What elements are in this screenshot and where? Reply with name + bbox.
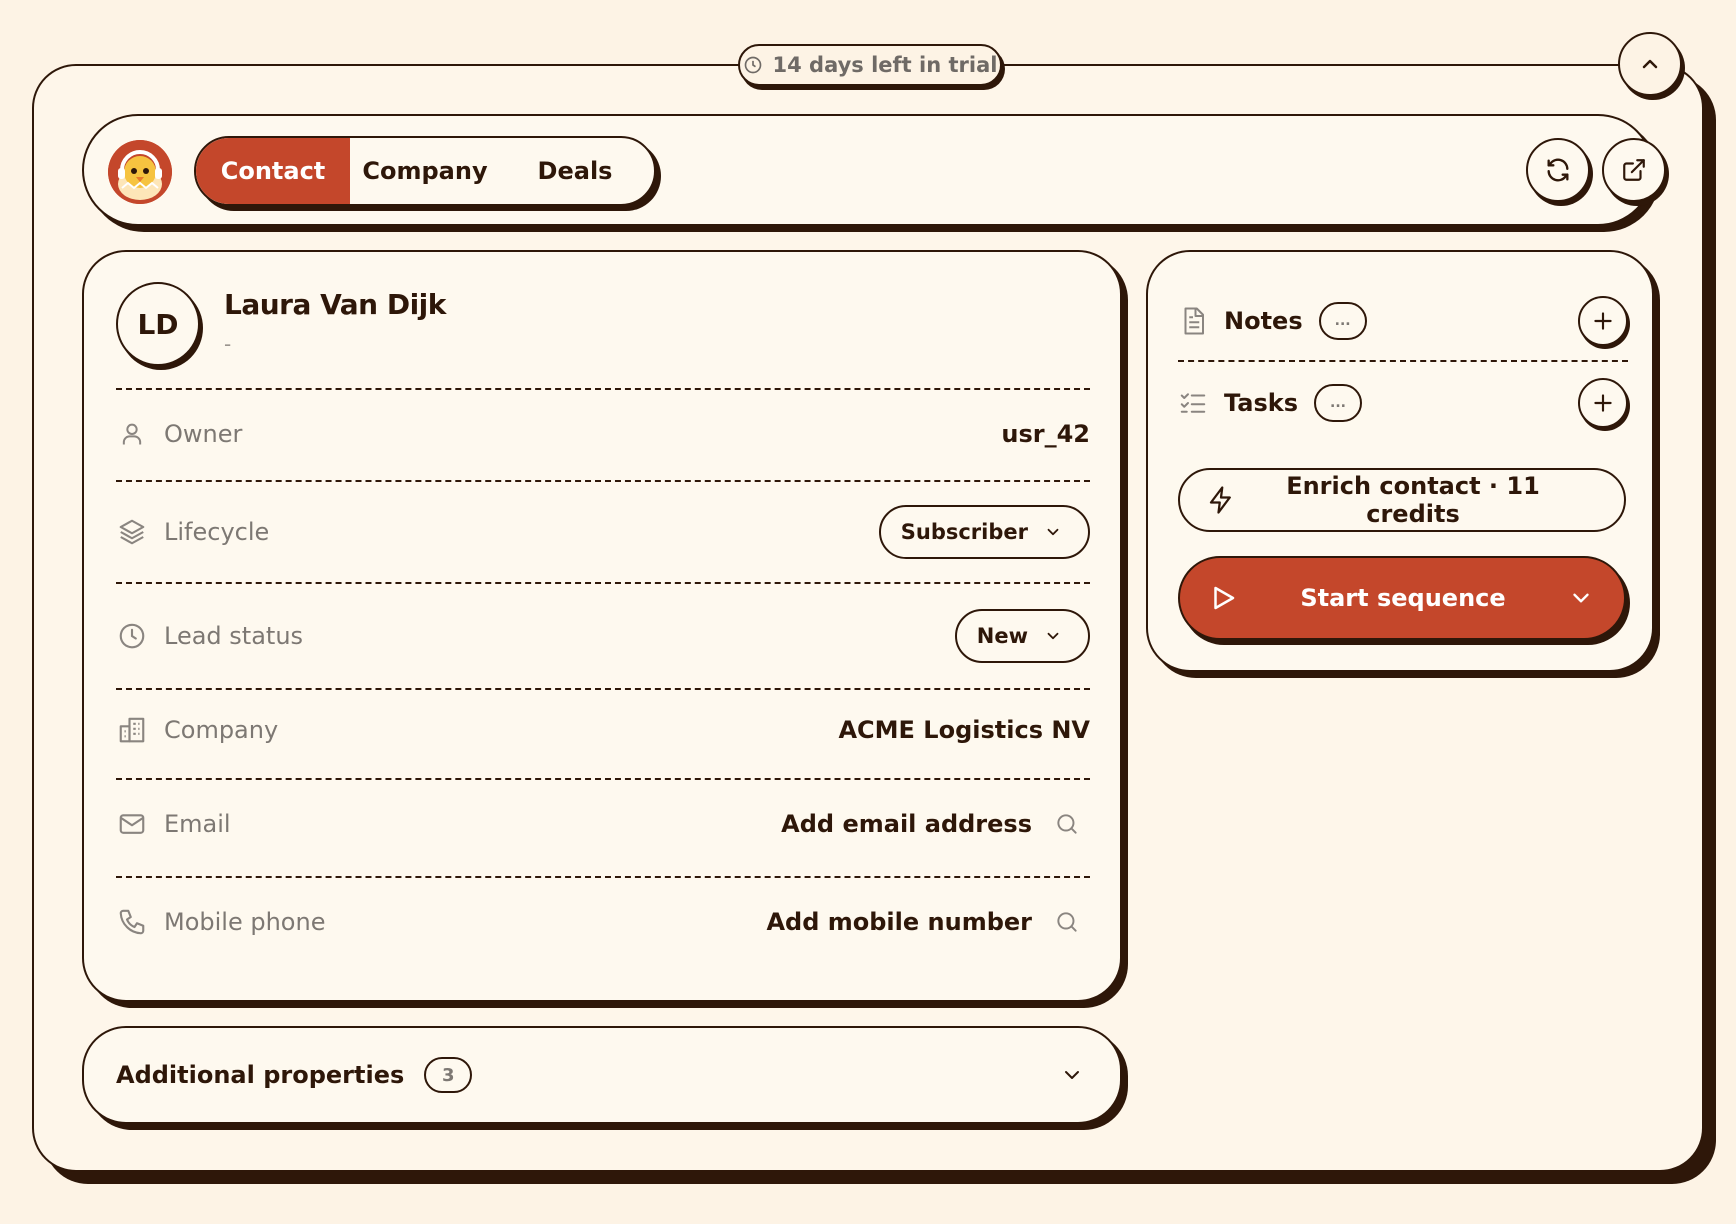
- lifecycle-label: Lifecycle: [164, 518, 270, 546]
- divider: [116, 480, 1090, 482]
- divider: [116, 778, 1090, 780]
- company-row: Company ACME Logistics NV: [116, 706, 1090, 754]
- divider: [116, 582, 1090, 584]
- actions-panel: Notes ... Tasks ... Enrich contact · 11 …: [1146, 250, 1654, 672]
- mobile-row: Mobile phone Add mobile number: [116, 898, 1090, 946]
- owner-row: Owner usr_42: [116, 410, 1090, 458]
- clock-icon: [116, 620, 148, 652]
- chevron-down-icon[interactable]: [1568, 585, 1594, 611]
- tasks-count-badge: ...: [1314, 384, 1363, 422]
- lifecycle-dropdown[interactable]: Subscriber: [878, 505, 1090, 559]
- clock-icon: [743, 55, 763, 75]
- record-tabs: Contact Company Deals: [194, 136, 656, 206]
- refresh-button[interactable]: [1526, 138, 1590, 202]
- notes-count-badge: ...: [1318, 302, 1367, 340]
- add-mobile-link[interactable]: Add mobile number: [766, 908, 1032, 936]
- open-external-button[interactable]: [1602, 138, 1666, 202]
- trial-text: 14 days left in trial: [772, 53, 998, 77]
- add-email-link[interactable]: Add email address: [781, 810, 1032, 838]
- lead-status-row: Lead status New: [116, 608, 1090, 664]
- company-value[interactable]: ACME Logistics NV: [838, 716, 1090, 744]
- tab-deals[interactable]: Deals: [500, 138, 650, 204]
- contact-name: Laura Van Dijk: [224, 288, 446, 321]
- contact-card: LD Laura Van Dijk - Owner usr_42 Lifecyc…: [82, 250, 1122, 1002]
- lifecycle-value: Subscriber: [900, 520, 1028, 544]
- app-logo: [108, 140, 172, 204]
- notes-row: Notes ...: [1178, 296, 1628, 346]
- divider: [116, 876, 1090, 878]
- plus-icon: [1590, 308, 1616, 334]
- start-sequence-button[interactable]: Start sequence: [1178, 556, 1626, 640]
- chevron-up-icon: [1638, 52, 1662, 76]
- lifecycle-row: Lifecycle Subscriber: [116, 504, 1090, 560]
- email-row: Email Add email address: [116, 800, 1090, 848]
- collapse-button[interactable]: [1618, 32, 1682, 96]
- notes-label[interactable]: Notes: [1224, 307, 1303, 335]
- email-label: Email: [164, 810, 231, 838]
- refresh-icon: [1544, 156, 1572, 184]
- count-badge: 3: [424, 1057, 473, 1093]
- tasks-label[interactable]: Tasks: [1224, 389, 1298, 417]
- tab-company[interactable]: Company: [350, 138, 500, 204]
- user-icon: [116, 418, 148, 450]
- avatar: LD: [116, 282, 200, 366]
- checklist-icon: [1178, 388, 1208, 418]
- chevron-down-icon: [1044, 523, 1062, 541]
- search-icon[interactable]: [1054, 811, 1080, 837]
- start-sequence-label: Start sequence: [1300, 584, 1506, 612]
- tab-contact[interactable]: Contact: [196, 138, 350, 204]
- chevron-down-icon: [1060, 1063, 1084, 1087]
- additional-properties-toggle[interactable]: Additional properties 3: [82, 1026, 1122, 1124]
- company-label: Company: [164, 716, 279, 744]
- lightning-icon: [1206, 485, 1236, 515]
- add-note-button[interactable]: [1578, 296, 1628, 346]
- layers-icon: [116, 516, 148, 548]
- divider: [1178, 360, 1628, 362]
- plus-icon: [1590, 390, 1616, 416]
- external-link-icon: [1621, 157, 1647, 183]
- owner-label: Owner: [164, 420, 243, 448]
- add-task-button[interactable]: [1578, 378, 1628, 428]
- mobile-label: Mobile phone: [164, 908, 326, 936]
- mail-icon: [116, 808, 148, 840]
- contact-subtitle: -: [224, 332, 232, 356]
- owner-value[interactable]: usr_42: [1001, 420, 1090, 448]
- divider: [116, 688, 1090, 690]
- phone-icon: [116, 906, 148, 938]
- header-bar: Contact Company Deals: [82, 114, 1666, 226]
- play-icon: [1208, 583, 1238, 613]
- document-icon: [1178, 306, 1208, 336]
- search-icon[interactable]: [1054, 909, 1080, 935]
- building-icon: [116, 714, 148, 746]
- lead-status-dropdown[interactable]: New: [954, 609, 1090, 663]
- trial-status-pill: 14 days left in trial: [738, 44, 1002, 86]
- tasks-row: Tasks ...: [1178, 378, 1628, 428]
- lead-status-value: New: [976, 624, 1028, 648]
- enrich-contact-button[interactable]: Enrich contact · 11 credits: [1178, 468, 1626, 532]
- lead-status-label: Lead status: [164, 622, 304, 650]
- divider: [116, 388, 1090, 390]
- additional-properties-title: Additional properties: [116, 1061, 405, 1089]
- chevron-down-icon: [1044, 627, 1062, 645]
- enrich-contact-label: Enrich contact · 11 credits: [1286, 472, 1540, 528]
